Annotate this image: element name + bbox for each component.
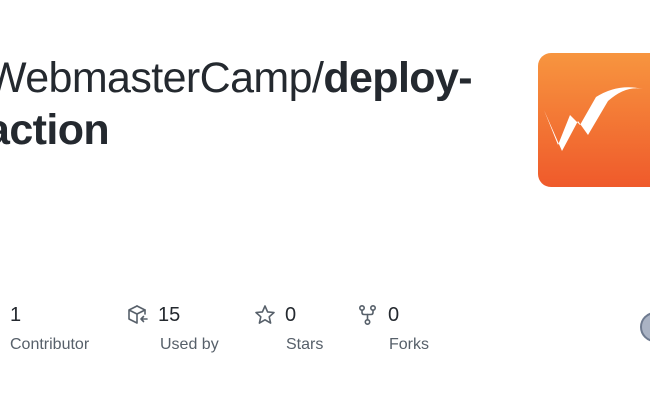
- forks-count: 0: [388, 303, 400, 326]
- stat-stars[interactable]: 0 Stars: [254, 300, 323, 354]
- stat-used-by[interactable]: 15 Used by: [127, 300, 219, 354]
- contributors-label: Contributor: [10, 336, 90, 353]
- stat-contributors[interactable]: 1 Contributor: [10, 300, 89, 354]
- stat-forks[interactable]: 0 Forks: [357, 300, 429, 354]
- stars-label: Stars: [286, 336, 324, 353]
- star-icon: [254, 304, 276, 326]
- stars-count: 0: [285, 303, 297, 326]
- forks-label: Forks: [389, 336, 429, 353]
- used-by-count: 15: [158, 303, 181, 326]
- webmastercamp-logo-icon: [538, 53, 650, 187]
- repo-title[interactable]: WebmasterCamp/deploy- action: [0, 52, 496, 156]
- repo-name[interactable]: deploy-: [323, 54, 472, 102]
- repo-owner[interactable]: WebmasterCamp/: [0, 54, 324, 102]
- repo-name-continued[interactable]: action: [0, 106, 110, 154]
- avatar[interactable]: [640, 312, 650, 342]
- repo-forked-icon: [357, 304, 379, 326]
- contributors-count: 1: [10, 303, 22, 326]
- package-dependents-icon: [127, 304, 149, 326]
- repo-social-card: WebmasterCamp/deploy- action 1 Contribut…: [0, 0, 650, 400]
- repo-stats: 1 Contributor 15 Used by 0 Stars 0 Forks: [0, 300, 650, 360]
- used-by-label: Used by: [160, 336, 219, 353]
